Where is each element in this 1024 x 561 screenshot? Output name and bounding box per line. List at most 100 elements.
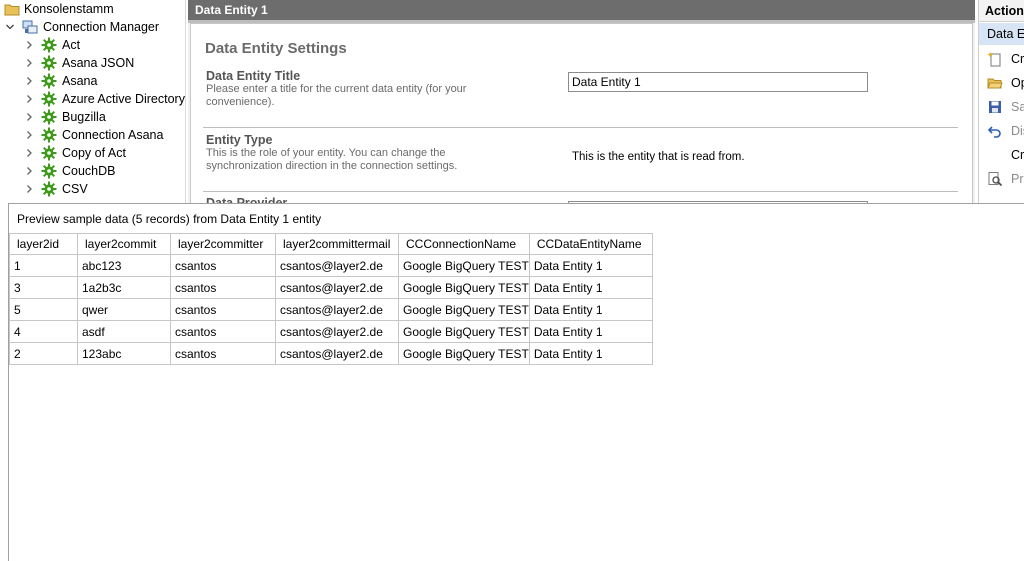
chevron-right-icon[interactable] (24, 54, 34, 72)
entity-title-input[interactable] (568, 72, 868, 92)
table-cell: csantos (170, 254, 276, 277)
create-icon (987, 51, 1003, 67)
action-item[interactable]: Open (979, 71, 1024, 95)
entity-title-label: Data Entity Title (206, 69, 301, 83)
chevron-down-icon[interactable] (5, 18, 15, 36)
actions-section-header[interactable]: Data Entity 1 (979, 23, 1024, 45)
column-header[interactable]: layer2committer (170, 233, 276, 255)
column-header[interactable]: layer2commit (77, 233, 171, 255)
table-cell: Google BigQuery TEST (398, 298, 530, 321)
column-header[interactable]: CCConnectionName (398, 233, 530, 255)
chevron-right-icon[interactable] (24, 162, 34, 180)
actions-title: Actions (979, 0, 1024, 22)
tree-item-connection[interactable]: CouchDB (0, 162, 185, 180)
action-item-label: Create (1011, 52, 1024, 66)
table-cell: csantos@layer2.de (275, 254, 399, 277)
column-header[interactable]: layer2id (9, 233, 78, 255)
table-row[interactable]: 4 asdf csantos csantos@layer2.de Google BigQ… (9, 320, 653, 343)
action-item-label: Discard (1011, 124, 1024, 138)
table-cell: Google BigQuery TEST (398, 276, 530, 299)
action-item[interactable]: Save (979, 95, 1024, 119)
action-item[interactable]: Create (979, 143, 1024, 167)
action-item[interactable]: Discard (979, 119, 1024, 143)
save-icon (987, 99, 1003, 115)
tree-item-connection[interactable]: Asana (0, 72, 185, 90)
pane-header-title: Data Entity 1 (188, 0, 975, 20)
connection-manager-icon (22, 19, 38, 35)
chevron-right-icon[interactable] (24, 36, 34, 54)
table-row[interactable]: 1 abc123 csantos csantos@layer2.de Google Bi… (9, 254, 653, 277)
connection-gear-icon (41, 37, 57, 53)
connection-gear-icon (41, 181, 57, 197)
tree-item-connection[interactable]: Copy of Act (0, 144, 185, 162)
table-cell: qwer (77, 298, 171, 321)
table-cell: Data Entity 1 (528, 320, 653, 343)
action-item-label: Open (1011, 76, 1024, 90)
connection-gear-icon (41, 91, 57, 107)
connection-gear-icon (41, 145, 57, 161)
table-cell: csantos@layer2.de (275, 320, 399, 343)
connection-gear-icon (41, 55, 57, 71)
action-item-label: Save (1011, 100, 1024, 114)
tree-item-label: Connection Manager (43, 20, 160, 34)
table-row[interactable]: 3 1a2b3c csantos csantos@layer2.de Google Bi… (9, 276, 653, 299)
tree-item-connection[interactable]: Connection Asana (0, 126, 185, 144)
connection-gear-icon (41, 127, 57, 143)
table-cell: Data Entity 1 (528, 298, 653, 321)
connection-gear-icon (41, 163, 57, 179)
table-cell: csantos (170, 276, 276, 299)
blank-icon (987, 147, 1003, 163)
table-cell: csantos@layer2.de (275, 276, 399, 299)
tree-item-connection[interactable]: Bugzilla (0, 108, 185, 126)
settings-title: Data Entity Settings (205, 40, 347, 57)
tree-item-label: Azure Active Directory (62, 92, 185, 106)
chevron-right-icon[interactable] (24, 180, 34, 198)
connection-gear-icon (41, 109, 57, 125)
table-cell: Data Entity 1 (528, 276, 653, 299)
table-cell: csantos (170, 298, 276, 321)
grid-header-row: layer2id layer2commit layer2committer layer… (9, 233, 653, 255)
action-item-label: Preview (1011, 172, 1024, 186)
table-cell: abc123 (77, 254, 171, 277)
table-cell: 2 (9, 342, 78, 365)
preview-dialog: Preview sample data (5 records) from Dat… (8, 203, 1024, 561)
chevron-right-icon[interactable] (24, 90, 34, 108)
action-item[interactable]: Create (979, 47, 1024, 71)
entity-title-description: Please enter a title for the current dat… (206, 83, 467, 108)
folder-icon (4, 1, 20, 17)
mmc-window: Konsolenstamm Connection Manager Act Asan… (0, 0, 1024, 561)
entity-type-value: This is the entity that is read from. (572, 151, 745, 163)
tree-item-connection[interactable]: Asana JSON (0, 54, 185, 72)
entity-type-description: This is the role of your entity. You can… (206, 147, 458, 172)
tree-item-connection-manager[interactable]: Connection Manager (0, 18, 185, 36)
table-row[interactable]: 2 123abc csantos csantos@layer2.de Google Bi… (9, 342, 653, 365)
table-cell: Google BigQuery TEST (398, 342, 530, 365)
tree-item-label: Bugzilla (62, 110, 106, 124)
table-cell: csantos@layer2.de (275, 342, 399, 365)
column-header[interactable]: CCDataEntityName (528, 233, 653, 255)
tree-item-label: CSV (62, 182, 88, 196)
chevron-right-icon[interactable] (24, 126, 34, 144)
tree-item-konsolenstamm[interactable]: Konsolenstamm (0, 0, 185, 18)
separator (203, 191, 958, 192)
tree-item-connection[interactable]: Act (0, 36, 185, 54)
table-cell: 5 (9, 298, 78, 321)
table-cell: 123abc (77, 342, 171, 365)
chevron-right-icon[interactable] (24, 72, 34, 90)
table-cell: asdf (77, 320, 171, 343)
preview-data-grid: layer2id layer2commit layer2committer layer… (9, 233, 653, 365)
tree-item-connection[interactable]: CSV (0, 180, 185, 198)
undo-icon (987, 123, 1003, 139)
tree-item-label: Act (62, 38, 81, 52)
table-cell: csantos (170, 342, 276, 365)
table-cell: 1a2b3c (77, 276, 171, 299)
chevron-right-icon[interactable] (24, 108, 34, 126)
action-item[interactable]: Preview (979, 167, 1024, 191)
column-header[interactable]: layer2committermail (275, 233, 399, 255)
tree-item-connection[interactable]: Azure Active Directory (0, 90, 185, 108)
chevron-right-icon[interactable] (24, 144, 34, 162)
preview-icon (987, 171, 1003, 187)
separator (203, 127, 958, 128)
table-row[interactable]: 5 qwer csantos csantos@layer2.de Google BigQ… (9, 298, 653, 321)
tree-item-label: Connection Asana (62, 128, 164, 142)
